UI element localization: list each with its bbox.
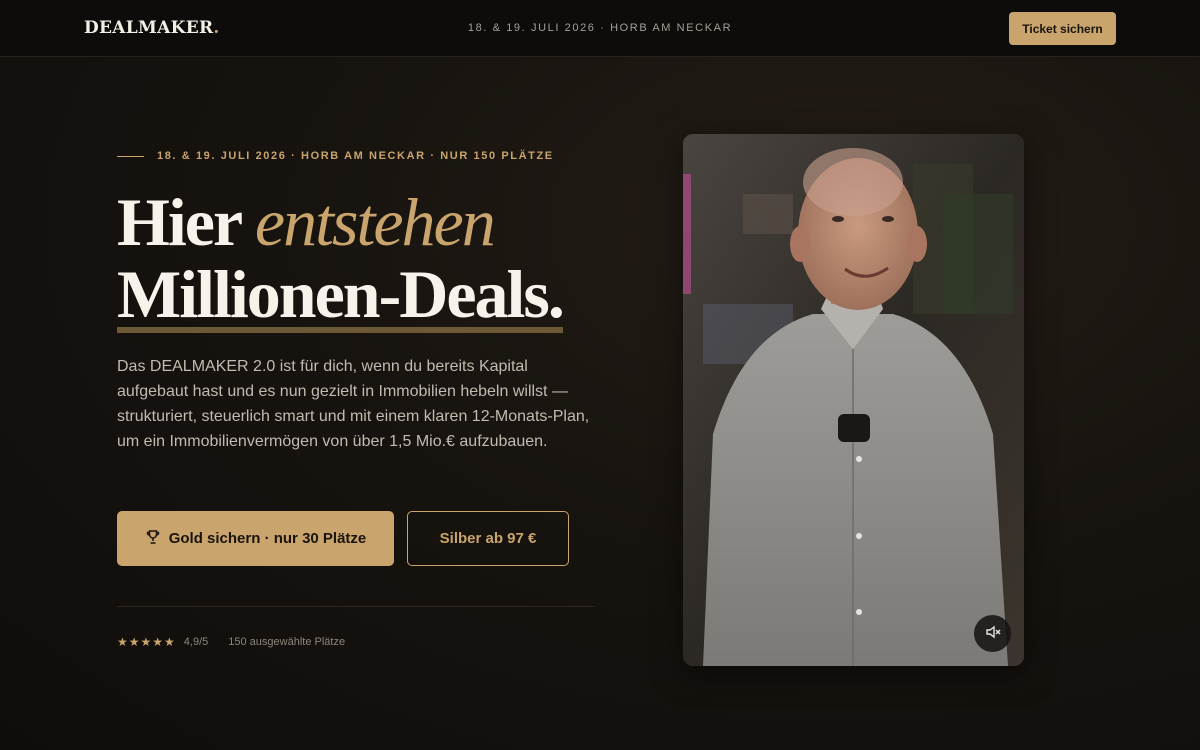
headline-line2: Millionen-Deals. — [117, 256, 565, 333]
rating-score: 4,9/5 — [183, 636, 209, 648]
hero-eyebrow: 18. & 19. JULI 2026 · HORB AM NECKAR · N… — [117, 150, 554, 162]
silver-button[interactable]: Silber ab 97 € — [407, 511, 569, 566]
eyebrow-line — [117, 155, 144, 157]
hero-headline: Hier entstehen Millionen-Deals. — [117, 186, 637, 333]
headline-accent: entstehen — [254, 184, 496, 260]
eyebrow-text: 18. & 19. JULI 2026 · HORB AM NECKAR · N… — [157, 150, 554, 162]
hero-lead: Das DEALMAKER 2.0 ist für dich, wenn du … — [117, 358, 590, 450]
trophy-icon — [145, 529, 161, 549]
rating-row: ★★★★★ 4,9/5 150 ausgewählte Plätze — [117, 635, 345, 649]
mute-button[interactable] — [974, 615, 1011, 652]
star-rating-icon: ★★★★★ — [117, 635, 176, 649]
gold-button-label: Gold sichern · nur 30 Plätze — [168, 530, 367, 547]
gold-button[interactable]: Gold sichern · nur 30 Plätze — [117, 511, 394, 566]
seats-note: 150 ausgewählte Plätze — [228, 636, 346, 648]
headline-word: Hier — [117, 184, 242, 260]
hero-divider — [117, 606, 595, 607]
top-navbar: DEALMAKER. 18. & 19. JULI 2026 · HORB AM… — [0, 0, 1200, 57]
ticket-button[interactable]: Ticket sichern — [1009, 12, 1116, 45]
hero-video[interactable] — [683, 134, 1024, 666]
video-frame-illustration — [683, 134, 1024, 666]
speaker-muted-icon — [985, 624, 1001, 643]
